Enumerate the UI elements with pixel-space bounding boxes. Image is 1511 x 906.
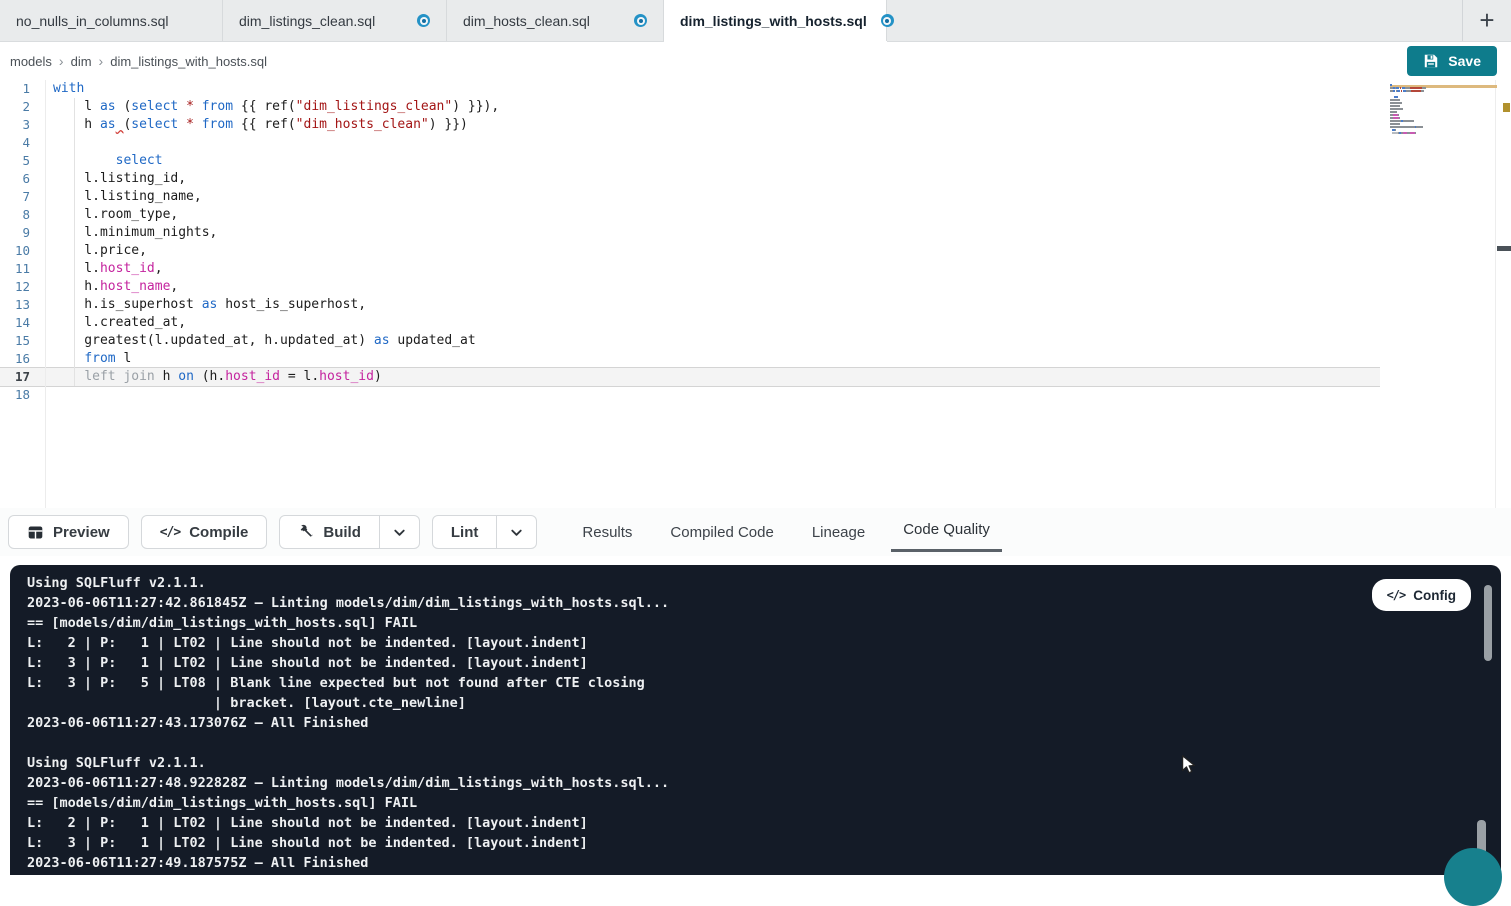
tab-dim-listings-with-hosts[interactable]: dim_listings_with_hosts.sql: [664, 0, 887, 41]
code-icon: </>: [1387, 588, 1406, 602]
lint-output-text: Using SQLFluff v2.1.1. 2023-06-06T11:27:…: [10, 565, 1501, 873]
scrollbar-cursor-marker: [1497, 246, 1511, 251]
code-editor[interactable]: 1with2 l as (select * from {{ ref("dim_l…: [0, 80, 1511, 508]
editor-tab-bar: no_nulls_in_columns.sql dim_listings_cle…: [0, 0, 1511, 42]
terminal-scrollbar-thumb[interactable]: [1484, 585, 1492, 661]
chevron-right-icon: ›: [59, 53, 64, 69]
config-label: Config: [1413, 588, 1456, 603]
breadcrumb-item-file: dim_listings_with_hosts.sql: [110, 54, 267, 69]
unsaved-changes-icon: [634, 14, 647, 27]
code-icon: </>: [160, 525, 180, 540]
file-header-row: models › dim › dim_listings_with_hosts.s…: [0, 42, 1511, 80]
scrollbar-warning-marker: [1503, 103, 1510, 112]
lint-button[interactable]: Lint: [432, 515, 498, 549]
chevron-right-icon: ›: [99, 53, 104, 69]
tab-results[interactable]: Results: [580, 524, 634, 541]
lint-dropdown-button[interactable]: [497, 515, 537, 549]
result-tabs: Results Compiled Code Lineage Code Quali…: [580, 524, 992, 541]
help-bubble-button[interactable]: [1444, 848, 1502, 906]
build-label: Build: [323, 524, 361, 541]
breadcrumb: models › dim › dim_listings_with_hosts.s…: [10, 53, 267, 69]
code-line: 3 h as (select * from {{ ref("dim_hosts_…: [0, 116, 1511, 134]
code-line: 4: [0, 134, 1511, 152]
build-button[interactable]: Build: [279, 515, 380, 549]
build-split-button: Build: [279, 515, 420, 549]
config-button[interactable]: </> Config: [1372, 579, 1471, 611]
editor-lines: 1with2 l as (select * from {{ ref("dim_l…: [0, 80, 1511, 404]
code-line: 14 l.created_at,: [0, 314, 1511, 332]
lint-label: Lint: [451, 524, 479, 541]
tab-label: no_nulls_in_columns.sql: [16, 13, 169, 29]
chevron-down-icon: [509, 525, 524, 540]
tab-label: dim_hosts_clean.sql: [463, 13, 590, 29]
code-line: 9 l.minimum_nights,: [0, 224, 1511, 242]
breadcrumb-item-dim[interactable]: dim: [71, 54, 92, 69]
preview-label: Preview: [53, 524, 110, 541]
save-button-label: Save: [1448, 53, 1481, 69]
tab-label: dim_listings_with_hosts.sql: [680, 13, 867, 29]
tab-compiled-code[interactable]: Compiled Code: [668, 524, 775, 541]
lint-output-panel: Using SQLFluff v2.1.1. 2023-06-06T11:27:…: [10, 565, 1501, 875]
code-line: 13 h.is_superhost as host_is_superhost,: [0, 296, 1511, 314]
preview-button[interactable]: Preview: [8, 515, 129, 549]
new-tab-button[interactable]: +: [1463, 0, 1511, 41]
code-line: 2 l as (select * from {{ ref("dim_listin…: [0, 98, 1511, 116]
code-line: 10 l.price,: [0, 242, 1511, 260]
code-line: 15 greatest(l.updated_at, h.updated_at) …: [0, 332, 1511, 350]
unsaved-changes-icon: [417, 14, 430, 27]
plus-icon: +: [1479, 5, 1494, 36]
code-line: 1with: [0, 80, 1511, 98]
code-line: 17 left join h on (h.host_id = l.host_id…: [0, 368, 1511, 386]
code-line: 12 h.host_name,: [0, 278, 1511, 296]
code-line: 5 select: [0, 152, 1511, 170]
tabbar-filler: [887, 0, 1462, 41]
build-dropdown-button[interactable]: [380, 515, 420, 549]
mouse-cursor: [1178, 753, 1200, 780]
save-button[interactable]: Save: [1407, 46, 1497, 76]
action-toolbar: Preview </> Compile Build Lint Results: [0, 508, 1511, 556]
tab-code-quality[interactable]: Code Quality: [901, 521, 992, 538]
lint-split-button: Lint: [432, 515, 538, 549]
tab-dim-hosts-clean[interactable]: dim_hosts_clean.sql: [447, 0, 664, 41]
tab-dim-listings-clean[interactable]: dim_listings_clean.sql: [223, 0, 447, 41]
tab-label: dim_listings_clean.sql: [239, 13, 375, 29]
code-line: 11 l.host_id,: [0, 260, 1511, 278]
table-grid-icon: [27, 524, 44, 541]
tab-no-nulls-in-columns[interactable]: no_nulls_in_columns.sql: [0, 0, 223, 41]
floppy-disk-icon: [1423, 53, 1439, 69]
indent-guide: [74, 98, 75, 386]
code-line: 16 from l: [0, 350, 1511, 368]
code-line: 18: [0, 386, 1511, 404]
minimap[interactable]: [1390, 84, 1462, 138]
code-line: 7 l.listing_name,: [0, 188, 1511, 206]
compile-label: Compile: [189, 524, 248, 541]
breadcrumb-item-models[interactable]: models: [10, 54, 52, 69]
compile-button[interactable]: </> Compile: [141, 515, 268, 549]
chevron-down-icon: [392, 525, 407, 540]
hammer-icon: [298, 524, 314, 540]
tab-lineage[interactable]: Lineage: [810, 524, 867, 541]
code-line: 8 l.room_type,: [0, 206, 1511, 224]
code-line: 6 l.listing_id,: [0, 170, 1511, 188]
